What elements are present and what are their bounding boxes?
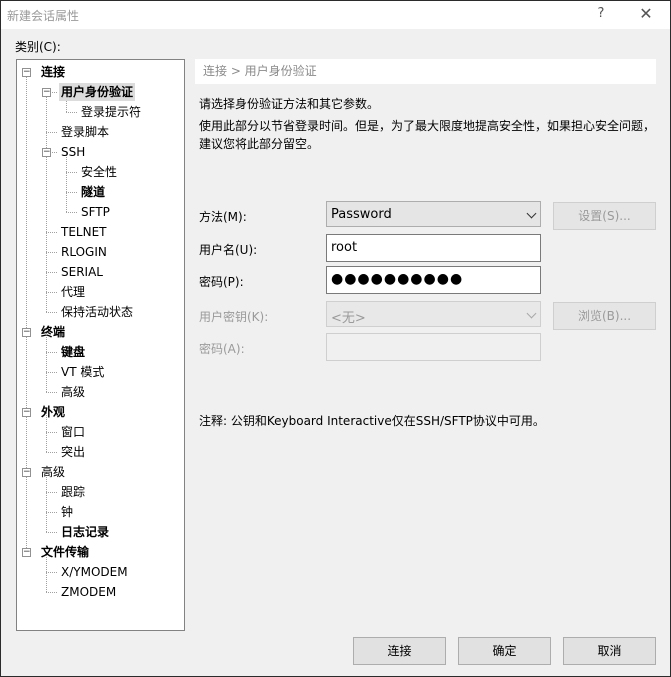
close-icon[interactable]: ✕ bbox=[634, 4, 658, 24]
browse-button[interactable]: 浏览(B)... bbox=[553, 302, 656, 330]
tree-item[interactable]: 用户身份验证 bbox=[59, 83, 136, 101]
tree-collapse-icon[interactable]: − bbox=[22, 468, 31, 477]
tree-guide-line bbox=[46, 472, 47, 532]
user-key-label: 用户密钥(K): bbox=[199, 310, 269, 324]
tree-guide-line bbox=[26, 72, 27, 552]
tree-item[interactable]: SERIAL bbox=[59, 263, 105, 281]
chevron-down-icon bbox=[526, 308, 537, 319]
tree-item[interactable]: 突出 bbox=[59, 443, 87, 461]
connect-button[interactable]: 连接 bbox=[353, 637, 446, 665]
title-bar: 新建会话属性 ? ✕ bbox=[1, 1, 670, 29]
tree-guide-line bbox=[46, 492, 57, 493]
tree-item[interactable]: SSH bbox=[59, 143, 87, 161]
tree-guide-line bbox=[66, 112, 77, 113]
password-value: ●●●●●●●●●● bbox=[331, 271, 464, 287]
username-value: root bbox=[331, 240, 358, 255]
method-select[interactable]: Password bbox=[326, 201, 541, 227]
tree-item[interactable]: 高级 bbox=[39, 463, 67, 481]
tree-item[interactable]: 安全性 bbox=[79, 163, 119, 181]
tree-item[interactable]: X/YMODEM bbox=[59, 563, 130, 581]
breadcrumb: 连接 > 用户身份验证 bbox=[195, 59, 656, 84]
tree-collapse-icon[interactable]: − bbox=[42, 148, 51, 157]
tree-collapse-icon[interactable]: − bbox=[42, 88, 51, 97]
tree-item[interactable]: RLOGIN bbox=[59, 243, 109, 261]
tree-item[interactable]: 登录脚本 bbox=[59, 123, 111, 141]
tree-collapse-icon[interactable]: − bbox=[22, 408, 31, 417]
tree-guide-line bbox=[46, 252, 57, 253]
tree-item[interactable]: 钟 bbox=[59, 503, 75, 521]
tree-guide-line bbox=[46, 132, 57, 133]
user-key-select[interactable]: <无> bbox=[326, 301, 541, 327]
tree-guide-line bbox=[46, 272, 57, 273]
tree-guide-line bbox=[46, 372, 57, 373]
tree-guide-line bbox=[46, 332, 47, 392]
user-key-select-value: <无> bbox=[331, 311, 366, 326]
tree-item[interactable]: 文件传输 bbox=[39, 543, 91, 561]
method-select-value: Password bbox=[331, 207, 392, 222]
tree-item[interactable]: 连接 bbox=[39, 63, 67, 81]
tree-guide-line bbox=[66, 212, 77, 213]
settings-button[interactable]: 设置(S)... bbox=[553, 202, 656, 230]
note-text: 注释: 公钥和Keyboard Interactive仅在SSH/SFTP协议中… bbox=[199, 414, 545, 428]
session-properties-dialog: 新建会话属性 ? ✕ 类别(C): − 连接 − 用户身份验证 登录提示符 登录脚本 − SS… bbox=[0, 0, 671, 677]
ok-button[interactable]: 确定 bbox=[458, 637, 551, 665]
help-icon[interactable]: ? bbox=[591, 4, 611, 24]
tree-guide-line bbox=[66, 152, 67, 212]
tree-collapse-icon[interactable]: − bbox=[22, 68, 31, 77]
tree-guide-line bbox=[46, 232, 57, 233]
passphrase-label: 密码(A): bbox=[199, 342, 245, 356]
tree-item[interactable]: 外观 bbox=[39, 403, 67, 421]
username-label: 用户名(U): bbox=[199, 243, 258, 257]
tree-guide-line bbox=[46, 352, 57, 353]
chevron-down-icon bbox=[526, 208, 537, 219]
tree-item[interactable]: 隧道 bbox=[79, 183, 107, 201]
tree-guide-line bbox=[46, 532, 57, 533]
description-line-2: 建议您将此部分留空。 bbox=[199, 137, 320, 151]
password-field[interactable]: ●●●●●●●●●● bbox=[326, 266, 541, 294]
tree-guide-line bbox=[46, 432, 57, 433]
tree-item[interactable]: 跟踪 bbox=[59, 483, 87, 501]
tree-item[interactable]: 日志记录 bbox=[59, 523, 111, 541]
tree-item[interactable]: 终端 bbox=[39, 323, 67, 341]
tree-guide-line bbox=[46, 452, 57, 453]
tree-guide-line bbox=[46, 592, 57, 593]
cancel-button[interactable]: 取消 bbox=[563, 637, 656, 665]
tree-guide-line bbox=[46, 312, 57, 313]
category-tree[interactable]: − 连接 − 用户身份验证 登录提示符 登录脚本 − SSH 安全性 隧道 SFTP TELNET RL… bbox=[16, 59, 185, 631]
tree-item[interactable]: 登录提示符 bbox=[79, 103, 143, 121]
tree-guide-line bbox=[46, 392, 57, 393]
tree-item[interactable]: 键盘 bbox=[59, 343, 87, 361]
tree-guide-line bbox=[66, 172, 77, 173]
window-title: 新建会话属性 bbox=[7, 9, 80, 23]
tree-item[interactable]: 代理 bbox=[59, 283, 87, 301]
description-line-1: 使用此部分以节省登录时间。但是，为了最大限度地提高安全性，如果担心安全问题， bbox=[199, 119, 656, 133]
tree-guide-line bbox=[46, 92, 47, 312]
tree-item[interactable]: 保持活动状态 bbox=[59, 303, 135, 321]
tree-item[interactable]: SFTP bbox=[79, 203, 112, 221]
tree-item[interactable]: 窗口 bbox=[59, 423, 87, 441]
tree-guide-line bbox=[46, 292, 57, 293]
tree-item[interactable]: 高级 bbox=[59, 383, 87, 401]
tree-item[interactable]: ZMODEM bbox=[59, 583, 118, 601]
tree-guide-line bbox=[46, 572, 57, 573]
tree-collapse-icon[interactable]: − bbox=[22, 548, 31, 557]
tree-item[interactable]: TELNET bbox=[59, 223, 109, 241]
tree-guide-line bbox=[66, 192, 77, 193]
method-label: 方法(M): bbox=[199, 210, 247, 224]
tree-collapse-icon[interactable]: − bbox=[22, 328, 31, 337]
passphrase-field[interactable] bbox=[326, 333, 541, 361]
tree-guide-line bbox=[46, 512, 57, 513]
category-label: 类别(C): bbox=[15, 40, 61, 54]
password-label: 密码(P): bbox=[199, 275, 244, 289]
username-field[interactable]: root bbox=[326, 234, 541, 262]
tree-item[interactable]: VT 模式 bbox=[59, 363, 106, 381]
intro-text: 请选择身份验证方法和其它参数。 bbox=[199, 97, 380, 111]
